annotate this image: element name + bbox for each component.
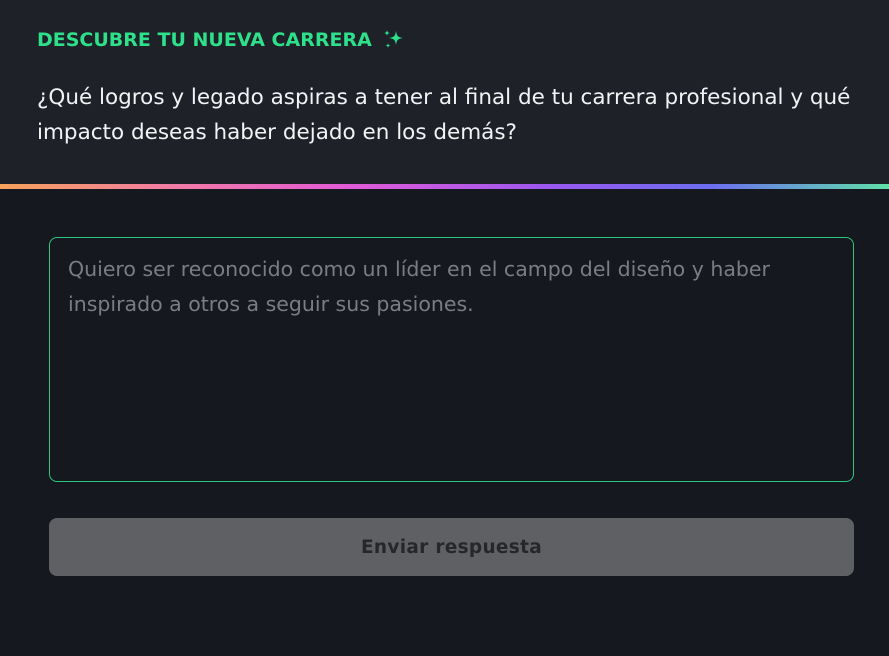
answer-textarea[interactable]	[50, 238, 853, 481]
sparkle-icon	[382, 28, 406, 52]
submit-button-label: Enviar respuesta	[360, 536, 543, 558]
eyebrow: DESCUBRE TU NUEVA CARRERA	[37, 27, 406, 53]
eyebrow-label: DESCUBRE TU NUEVA CARRERA	[37, 29, 372, 51]
question-header: DESCUBRE TU NUEVA CARRERA ¿Qué logros y …	[0, 0, 889, 184]
gradient-divider	[0, 184, 889, 189]
career-question-card: DESCUBRE TU NUEVA CARRERA ¿Qué logros y …	[0, 0, 889, 656]
answer-textarea-wrapper	[49, 237, 854, 482]
question-text: ¿Qué logros y legado aspiras a tener al …	[37, 85, 851, 145]
submit-button[interactable]: Enviar respuesta	[49, 518, 854, 576]
